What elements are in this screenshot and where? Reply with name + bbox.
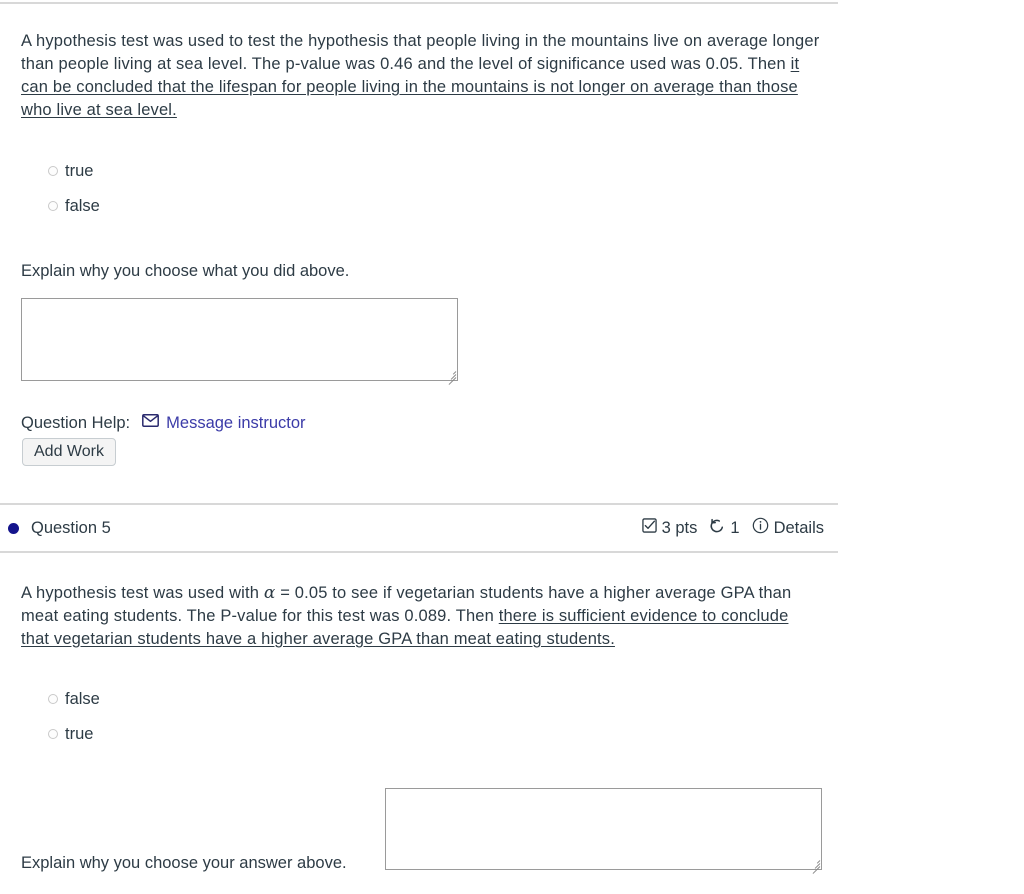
question-5-points: 3 pts xyxy=(641,518,698,538)
question-5-option-false[interactable]: false xyxy=(48,689,100,709)
question-status-dot-icon xyxy=(8,522,19,534)
question-5-explain-textarea[interactable] xyxy=(385,788,822,870)
question-5-header-meta: 3 pts 1 Details xyxy=(641,517,838,539)
alpha-symbol: α xyxy=(263,583,276,603)
checkbox-checked-icon xyxy=(641,518,657,538)
question-4-body: A hypothesis test was used to test the h… xyxy=(21,30,821,122)
question-5-explain-label: Explain why you choose your answer above… xyxy=(21,854,347,872)
question-help-label: Question Help: xyxy=(21,413,131,432)
question-5-header-left: Question 5 xyxy=(0,519,111,538)
radio-button[interactable] xyxy=(48,729,58,739)
envelope-icon xyxy=(142,414,160,432)
question-4-help-row: Question Help: Message instructor xyxy=(21,412,306,434)
question-4-explain-label: Explain why you choose what you did abov… xyxy=(21,262,350,280)
question-4-option-true[interactable]: true xyxy=(48,161,93,181)
question-5-body: A hypothesis test was used with α = 0.05… xyxy=(21,582,821,651)
points-label: 3 pts xyxy=(661,518,698,537)
quiz-page: A hypothesis test was used to test the h… xyxy=(0,0,1024,894)
section-divider-top xyxy=(0,2,838,4)
question-5-attempts: 1 xyxy=(709,518,740,539)
question-5-divider-bottom xyxy=(0,551,838,553)
add-work-button[interactable]: Add Work xyxy=(22,438,116,466)
option-label: false xyxy=(65,690,100,708)
question-5-title: Question 5 xyxy=(31,518,111,537)
info-circle-icon xyxy=(752,517,769,539)
radio-button[interactable] xyxy=(48,694,58,704)
retry-arrow-icon xyxy=(709,518,725,539)
radio-button[interactable] xyxy=(48,201,58,211)
attempts-label: 1 xyxy=(730,518,740,537)
question-4-body-prefix: A hypothesis test was used to test the h… xyxy=(21,32,820,73)
question-5-body-part1: A hypothesis test was used with xyxy=(21,584,264,602)
question-5-header: Question 5 3 pts 1 Details xyxy=(0,505,838,551)
message-instructor-link[interactable]: Message instructor xyxy=(166,414,305,433)
option-label: true xyxy=(65,725,94,743)
radio-button[interactable] xyxy=(48,166,58,176)
question-5-option-true[interactable]: true xyxy=(48,724,93,744)
question-4-explain-textarea[interactable] xyxy=(21,298,458,381)
details-label: Details xyxy=(773,518,824,537)
question-4-option-false[interactable]: false xyxy=(48,196,100,216)
question-5-details[interactable]: Details xyxy=(752,517,824,539)
option-label: true xyxy=(65,162,94,180)
option-label: false xyxy=(65,197,100,215)
